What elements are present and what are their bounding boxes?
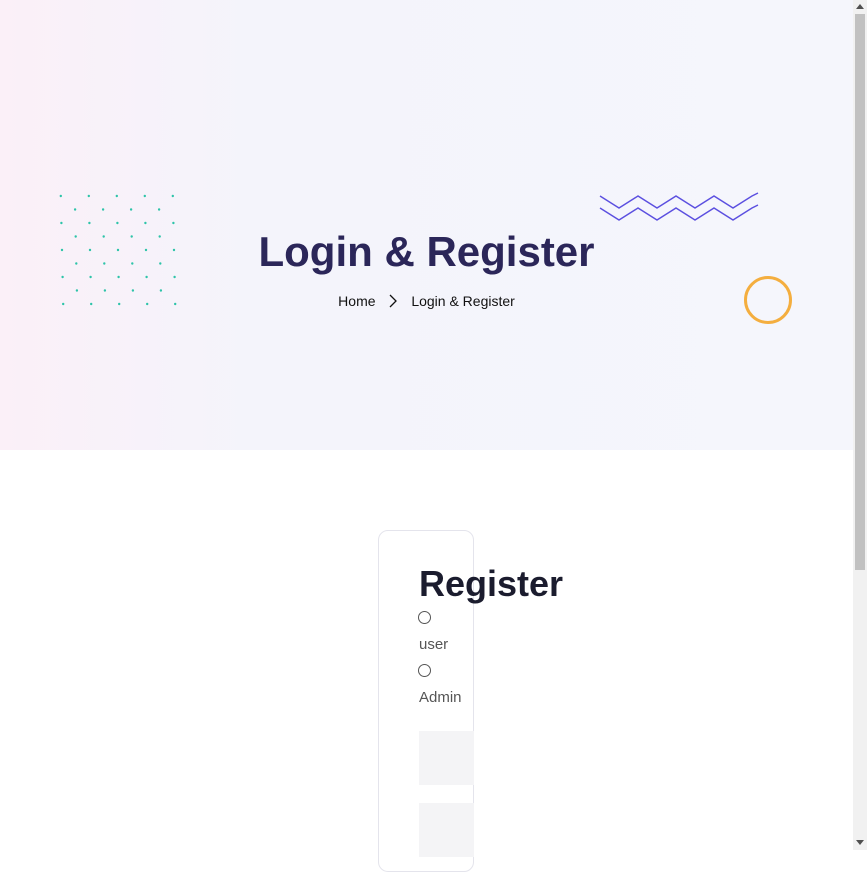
decoration-dot	[101, 208, 105, 211]
breadcrumb-current: Login & Register	[411, 293, 515, 309]
decoration-dot	[87, 194, 90, 198]
chevron-right-icon	[389, 294, 398, 308]
decoration-dot	[129, 208, 133, 211]
decoration-dot	[144, 221, 147, 225]
role-label-user: user	[419, 636, 449, 653]
decoration-dot	[60, 221, 63, 225]
scrollbar-thumb[interactable]	[855, 14, 865, 570]
page-title: Login & Register	[258, 228, 595, 275]
decoration-dot	[143, 194, 146, 198]
decoration-dot	[171, 194, 174, 198]
zigzag-decoration	[599, 192, 759, 221]
decoration-dot	[172, 221, 175, 225]
decoration-dot	[115, 194, 119, 198]
decoration-dot	[157, 208, 161, 211]
register-field-2[interactable]	[419, 803, 474, 857]
page-banner: Login & Register Home Login & Register	[0, 0, 853, 450]
role-radio-admin[interactable]	[418, 664, 431, 677]
register-title: Register	[419, 563, 564, 604]
role-label-admin: Admin	[419, 689, 462, 706]
decoration-dot	[59, 194, 62, 198]
breadcrumb: Home Login & Register	[0, 292, 853, 310]
register-field-1[interactable]	[419, 731, 474, 785]
breadcrumb-home-link[interactable]: Home	[338, 293, 375, 309]
role-radio-user[interactable]	[418, 611, 431, 624]
scroll-down-arrow-icon[interactable]	[856, 840, 864, 845]
decoration-dot	[88, 221, 91, 225]
scroll-up-arrow-icon[interactable]	[856, 4, 864, 9]
decoration-dot	[116, 221, 119, 225]
decoration-dot	[73, 208, 77, 211]
